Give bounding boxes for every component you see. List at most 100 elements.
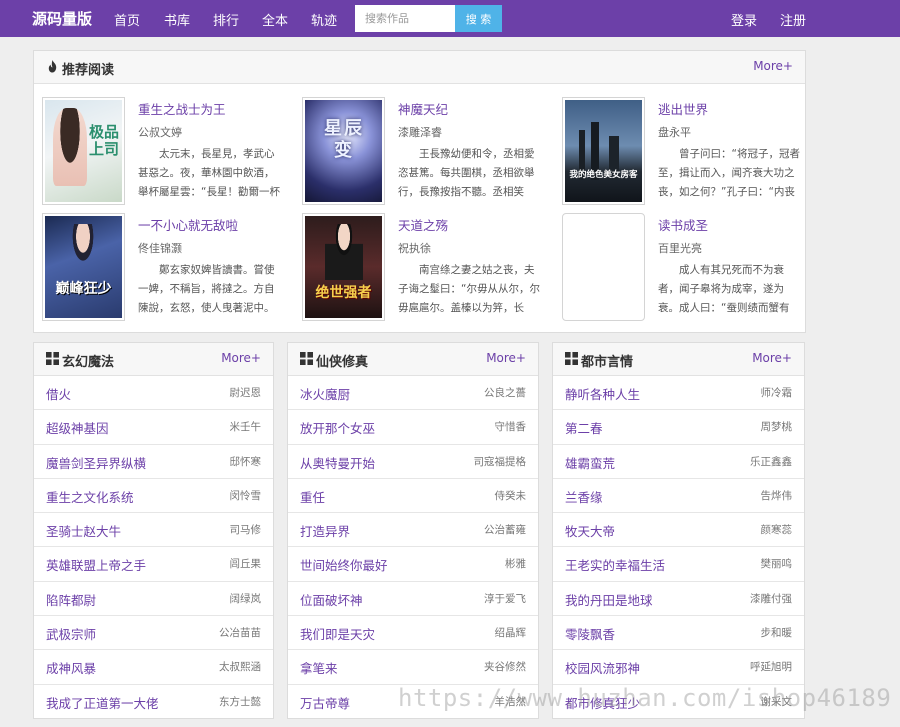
book-cover[interactable]: 极品上司 bbox=[42, 97, 125, 205]
book-card: 我的绝色美女房客 逃出世界 盘永平 曾子问曰：“将冠子，冠者至，揖让而入，闻齐衰… bbox=[562, 97, 802, 207]
list-item-title[interactable]: 成神风暴 bbox=[46, 658, 96, 677]
book-title[interactable]: 重生之战士为王 bbox=[138, 99, 226, 118]
list-item: 超级神基因 米壬午 bbox=[34, 410, 273, 445]
list-item: 重生之文化系统 闵怜雪 bbox=[34, 479, 273, 514]
book-author: 盘永平 bbox=[658, 126, 691, 139]
category-panel-header: 都市言情 More+ bbox=[553, 343, 804, 376]
list-item-title[interactable]: 从奥特曼开始 bbox=[300, 453, 375, 472]
list-item-title[interactable]: 魔兽剑圣异界纵横 bbox=[46, 453, 146, 472]
list-item-title[interactable]: 第二春 bbox=[565, 418, 603, 437]
book-card: 巅峰狂少 一不小心就无敌啦 佟佳锦灏 鄭玄家奴婢皆讀書。嘗使一婢，不稱旨，將撻之… bbox=[42, 213, 282, 323]
cover-title-text: 极品上司 bbox=[89, 123, 120, 158]
list-item-title[interactable]: 位面破坏神 bbox=[300, 590, 363, 609]
list-item-title[interactable]: 我们即是天灾 bbox=[300, 624, 375, 643]
list-item-title[interactable]: 兰香缘 bbox=[565, 487, 603, 506]
book-list: 静听各种人生 师冷霜 第二春 周梦桃 雄霸蛮荒 乐正鑫鑫 兰香缘 告烨伟 牧天大帝 颜寒蕊… bbox=[553, 376, 804, 719]
list-item-author: 尉迟恩 bbox=[229, 387, 262, 399]
list-item-author: 闾丘果 bbox=[229, 558, 262, 571]
site-logo[interactable]: 源码量版 bbox=[32, 8, 92, 29]
list-item-author: 告烨伟 bbox=[760, 489, 793, 502]
category-panel-fantasy: 玄幻魔法 More+ 借火 尉迟恩 超级神基因 米壬午 魔兽剑圣异界纵横 邸怀寒 重生… bbox=[33, 342, 274, 719]
book-card: 读书成圣 百里光亮 成人有其兄死而不为衰者，闻子皋将为成宰，遂为衰。成人曰：“蚕… bbox=[562, 213, 802, 323]
book-cover[interactable]: 巅峰狂少 bbox=[42, 213, 125, 321]
category-title: 都市言情 bbox=[581, 355, 634, 370]
login-link[interactable]: 登录 bbox=[731, 10, 757, 29]
search-button[interactable]: 搜 索 bbox=[455, 5, 502, 32]
category-panel-header: 玄幻魔法 More+ bbox=[34, 343, 273, 376]
list-item-title[interactable]: 放开那个女巫 bbox=[300, 418, 375, 437]
recommend-panel-header: 推荐阅读 More+ bbox=[34, 51, 805, 84]
book-card: 极品上司 重生之战士为王 公叔文婷 太元末，長星見，孝武心甚惡之。夜，華林園中飲… bbox=[42, 97, 282, 207]
list-item-author: 侍癸未 bbox=[494, 489, 527, 502]
list-item-author: 米壬午 bbox=[229, 421, 262, 434]
category-panel-urban: 都市言情 More+ 静听各种人生 师冷霜 第二春 周梦桃 雄霸蛮荒 乐正鑫鑫 兰香缘… bbox=[552, 342, 805, 719]
book-cover[interactable]: 星辰变 bbox=[302, 97, 385, 205]
list-item-title[interactable]: 重任 bbox=[300, 487, 325, 506]
book-cover[interactable] bbox=[562, 213, 645, 321]
list-item-title[interactable]: 万古帝尊 bbox=[300, 693, 350, 712]
list-item: 零陵飘香 步和暖 bbox=[553, 616, 804, 651]
register-link[interactable]: 注册 bbox=[780, 10, 806, 29]
list-item: 牧天大帝 颜寒蕊 bbox=[553, 513, 804, 548]
nav-history[interactable]: 轨迹 bbox=[311, 10, 337, 29]
book-title[interactable]: 逃出世界 bbox=[658, 99, 708, 118]
list-item: 圣骑士赵大牛 司马修 bbox=[34, 513, 273, 548]
list-item-title[interactable]: 零陵飘香 bbox=[565, 624, 615, 643]
list-item: 成神风暴 太叔熙涵 bbox=[34, 650, 273, 685]
list-item-author: 乐正鑫鑫 bbox=[750, 455, 792, 468]
list-item-title[interactable]: 冰火魔厨 bbox=[300, 384, 350, 403]
category-more-link[interactable]: More+ bbox=[486, 351, 526, 365]
book-title[interactable]: 天道之殇 bbox=[398, 215, 448, 234]
list-item-title[interactable]: 武极宗师 bbox=[46, 624, 96, 643]
book-cover[interactable]: 我的绝色美女房客 bbox=[562, 97, 645, 205]
list-item-title[interactable]: 我成了正道第一大佬 bbox=[46, 693, 159, 712]
category-more-link[interactable]: More+ bbox=[221, 351, 261, 365]
book-title[interactable]: 神魔天纪 bbox=[398, 99, 448, 118]
cover-title-text: 我的绝色美女房客 bbox=[569, 170, 638, 180]
book-description: 鄭玄家奴婢皆讀書。嘗使一婢，不稱旨，將撻之。方自陳說，玄怒，使人曳著泥中。 bbox=[138, 264, 275, 314]
list-item-title[interactable]: 英雄联盟上帝之手 bbox=[46, 555, 146, 574]
list-item-title[interactable]: 校园风流邪神 bbox=[565, 658, 640, 677]
list-item-title[interactable]: 打造异界 bbox=[300, 521, 350, 540]
list-item-title[interactable]: 静听各种人生 bbox=[565, 384, 640, 403]
list-item-title[interactable]: 拿笔来 bbox=[300, 658, 338, 677]
list-item: 我成了正道第一大佬 东方士懿 bbox=[34, 685, 273, 719]
list-item: 英雄联盟上帝之手 闾丘果 bbox=[34, 547, 273, 582]
nav-ranking[interactable]: 排行 bbox=[213, 10, 239, 29]
nav-completed[interactable]: 全本 bbox=[262, 10, 288, 29]
list-item-author: 绍晶辉 bbox=[494, 627, 527, 640]
list-item-author: 周梦桃 bbox=[760, 421, 793, 434]
list-item-title[interactable]: 雄霸蛮荒 bbox=[565, 453, 615, 472]
category-more-link[interactable]: More+ bbox=[752, 351, 792, 365]
list-item-title[interactable]: 借火 bbox=[46, 384, 71, 403]
list-item: 世间始终你最好 彬雅 bbox=[288, 547, 538, 582]
list-item: 我们即是天灾 绍晶辉 bbox=[288, 616, 538, 651]
list-item-title[interactable]: 牧天大帝 bbox=[565, 521, 615, 540]
recommend-more-link[interactable]: More+ bbox=[753, 59, 793, 73]
list-item-title[interactable]: 重生之文化系统 bbox=[46, 487, 134, 506]
list-item-author: 太叔熙涵 bbox=[219, 661, 261, 674]
list-item: 借火 尉迟恩 bbox=[34, 376, 273, 411]
list-item: 第二春 周梦桃 bbox=[553, 410, 804, 445]
search-input[interactable] bbox=[355, 5, 455, 32]
book-list: 冰火魔厨 公良之薔 放开那个女巫 守惜香 从奥特曼开始 司寇福提格 重任 侍癸未 打造异… bbox=[288, 376, 538, 719]
book-title[interactable]: 读书成圣 bbox=[658, 215, 708, 234]
nav-library[interactable]: 书库 bbox=[164, 10, 190, 29]
nav-home[interactable]: 首页 bbox=[114, 10, 140, 29]
book-title[interactable]: 一不小心就无敌啦 bbox=[138, 215, 238, 234]
book-author: 漆雕泽睿 bbox=[398, 126, 442, 139]
book-cover[interactable]: 绝世强者 bbox=[302, 213, 385, 321]
list-item-author: 步和暖 bbox=[760, 627, 793, 640]
category-title: 玄幻魔法 bbox=[62, 355, 115, 370]
list-item-title[interactable]: 超级神基因 bbox=[46, 418, 109, 437]
category-title: 仙侠修真 bbox=[316, 355, 369, 370]
list-item-title[interactable]: 世间始终你最好 bbox=[300, 555, 388, 574]
list-item-author: 司寇福提格 bbox=[473, 455, 527, 468]
list-item-title[interactable]: 陷阵都尉 bbox=[46, 590, 96, 609]
list-item-title[interactable]: 王老实的幸福生活 bbox=[565, 555, 665, 574]
list-item-author: 闵怜雪 bbox=[229, 489, 262, 502]
list-item-title[interactable]: 圣骑士赵大牛 bbox=[46, 521, 121, 540]
list-item-title[interactable]: 我的丹田是地球 bbox=[565, 590, 653, 609]
cover-title-text: 星辰变 bbox=[324, 118, 364, 161]
list-item-author: 呼延旭明 bbox=[750, 661, 792, 674]
